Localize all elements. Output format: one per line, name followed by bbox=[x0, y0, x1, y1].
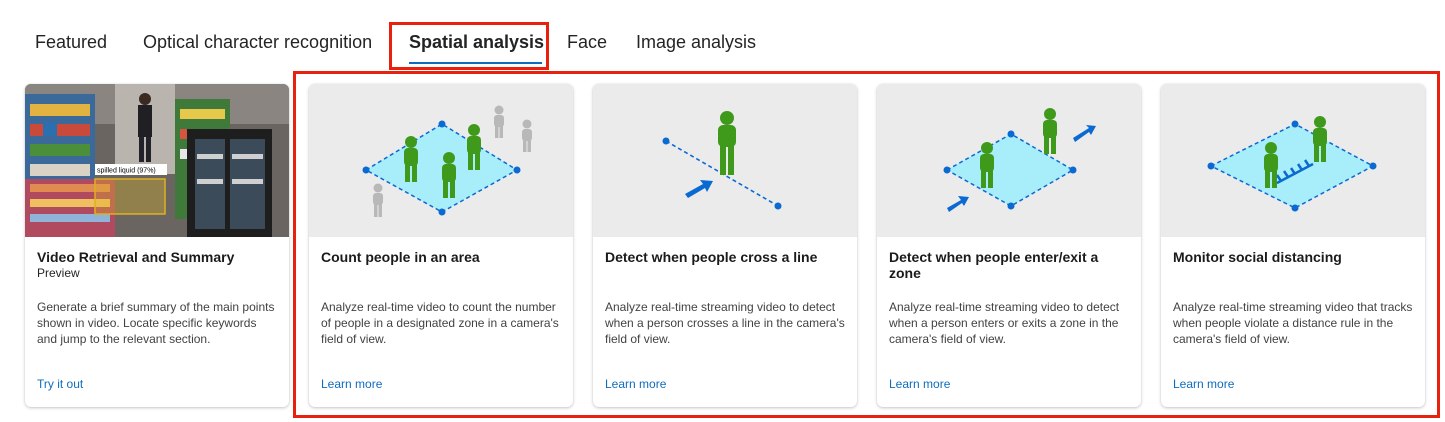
card-title: Video Retrieval and Summary bbox=[37, 249, 235, 265]
store-aisle-image: spilled liquid (97%) bbox=[25, 84, 289, 237]
tab-featured[interactable]: Featured bbox=[35, 30, 107, 54]
tab-face[interactable]: Face bbox=[567, 30, 607, 54]
try-it-out-link[interactable]: Try it out bbox=[37, 377, 83, 391]
card-description: Generate a brief summary of the main poi… bbox=[37, 300, 275, 346]
detection-label: spilled liquid (97%) bbox=[97, 168, 156, 175]
tab-optical-character-recognition[interactable]: Optical character recognition bbox=[143, 30, 372, 54]
tab-bar: Featured Optical character recognition S… bbox=[0, 0, 1445, 75]
cards-highlight-box bbox=[293, 71, 1440, 418]
preview-badge: Preview bbox=[37, 266, 80, 280]
card-video-retrieval[interactable]: spilled liquid (97%) Video Retrieval and… bbox=[25, 84, 289, 407]
tab-image-analysis[interactable]: Image analysis bbox=[636, 30, 756, 54]
tab-highlight-box bbox=[389, 22, 549, 70]
